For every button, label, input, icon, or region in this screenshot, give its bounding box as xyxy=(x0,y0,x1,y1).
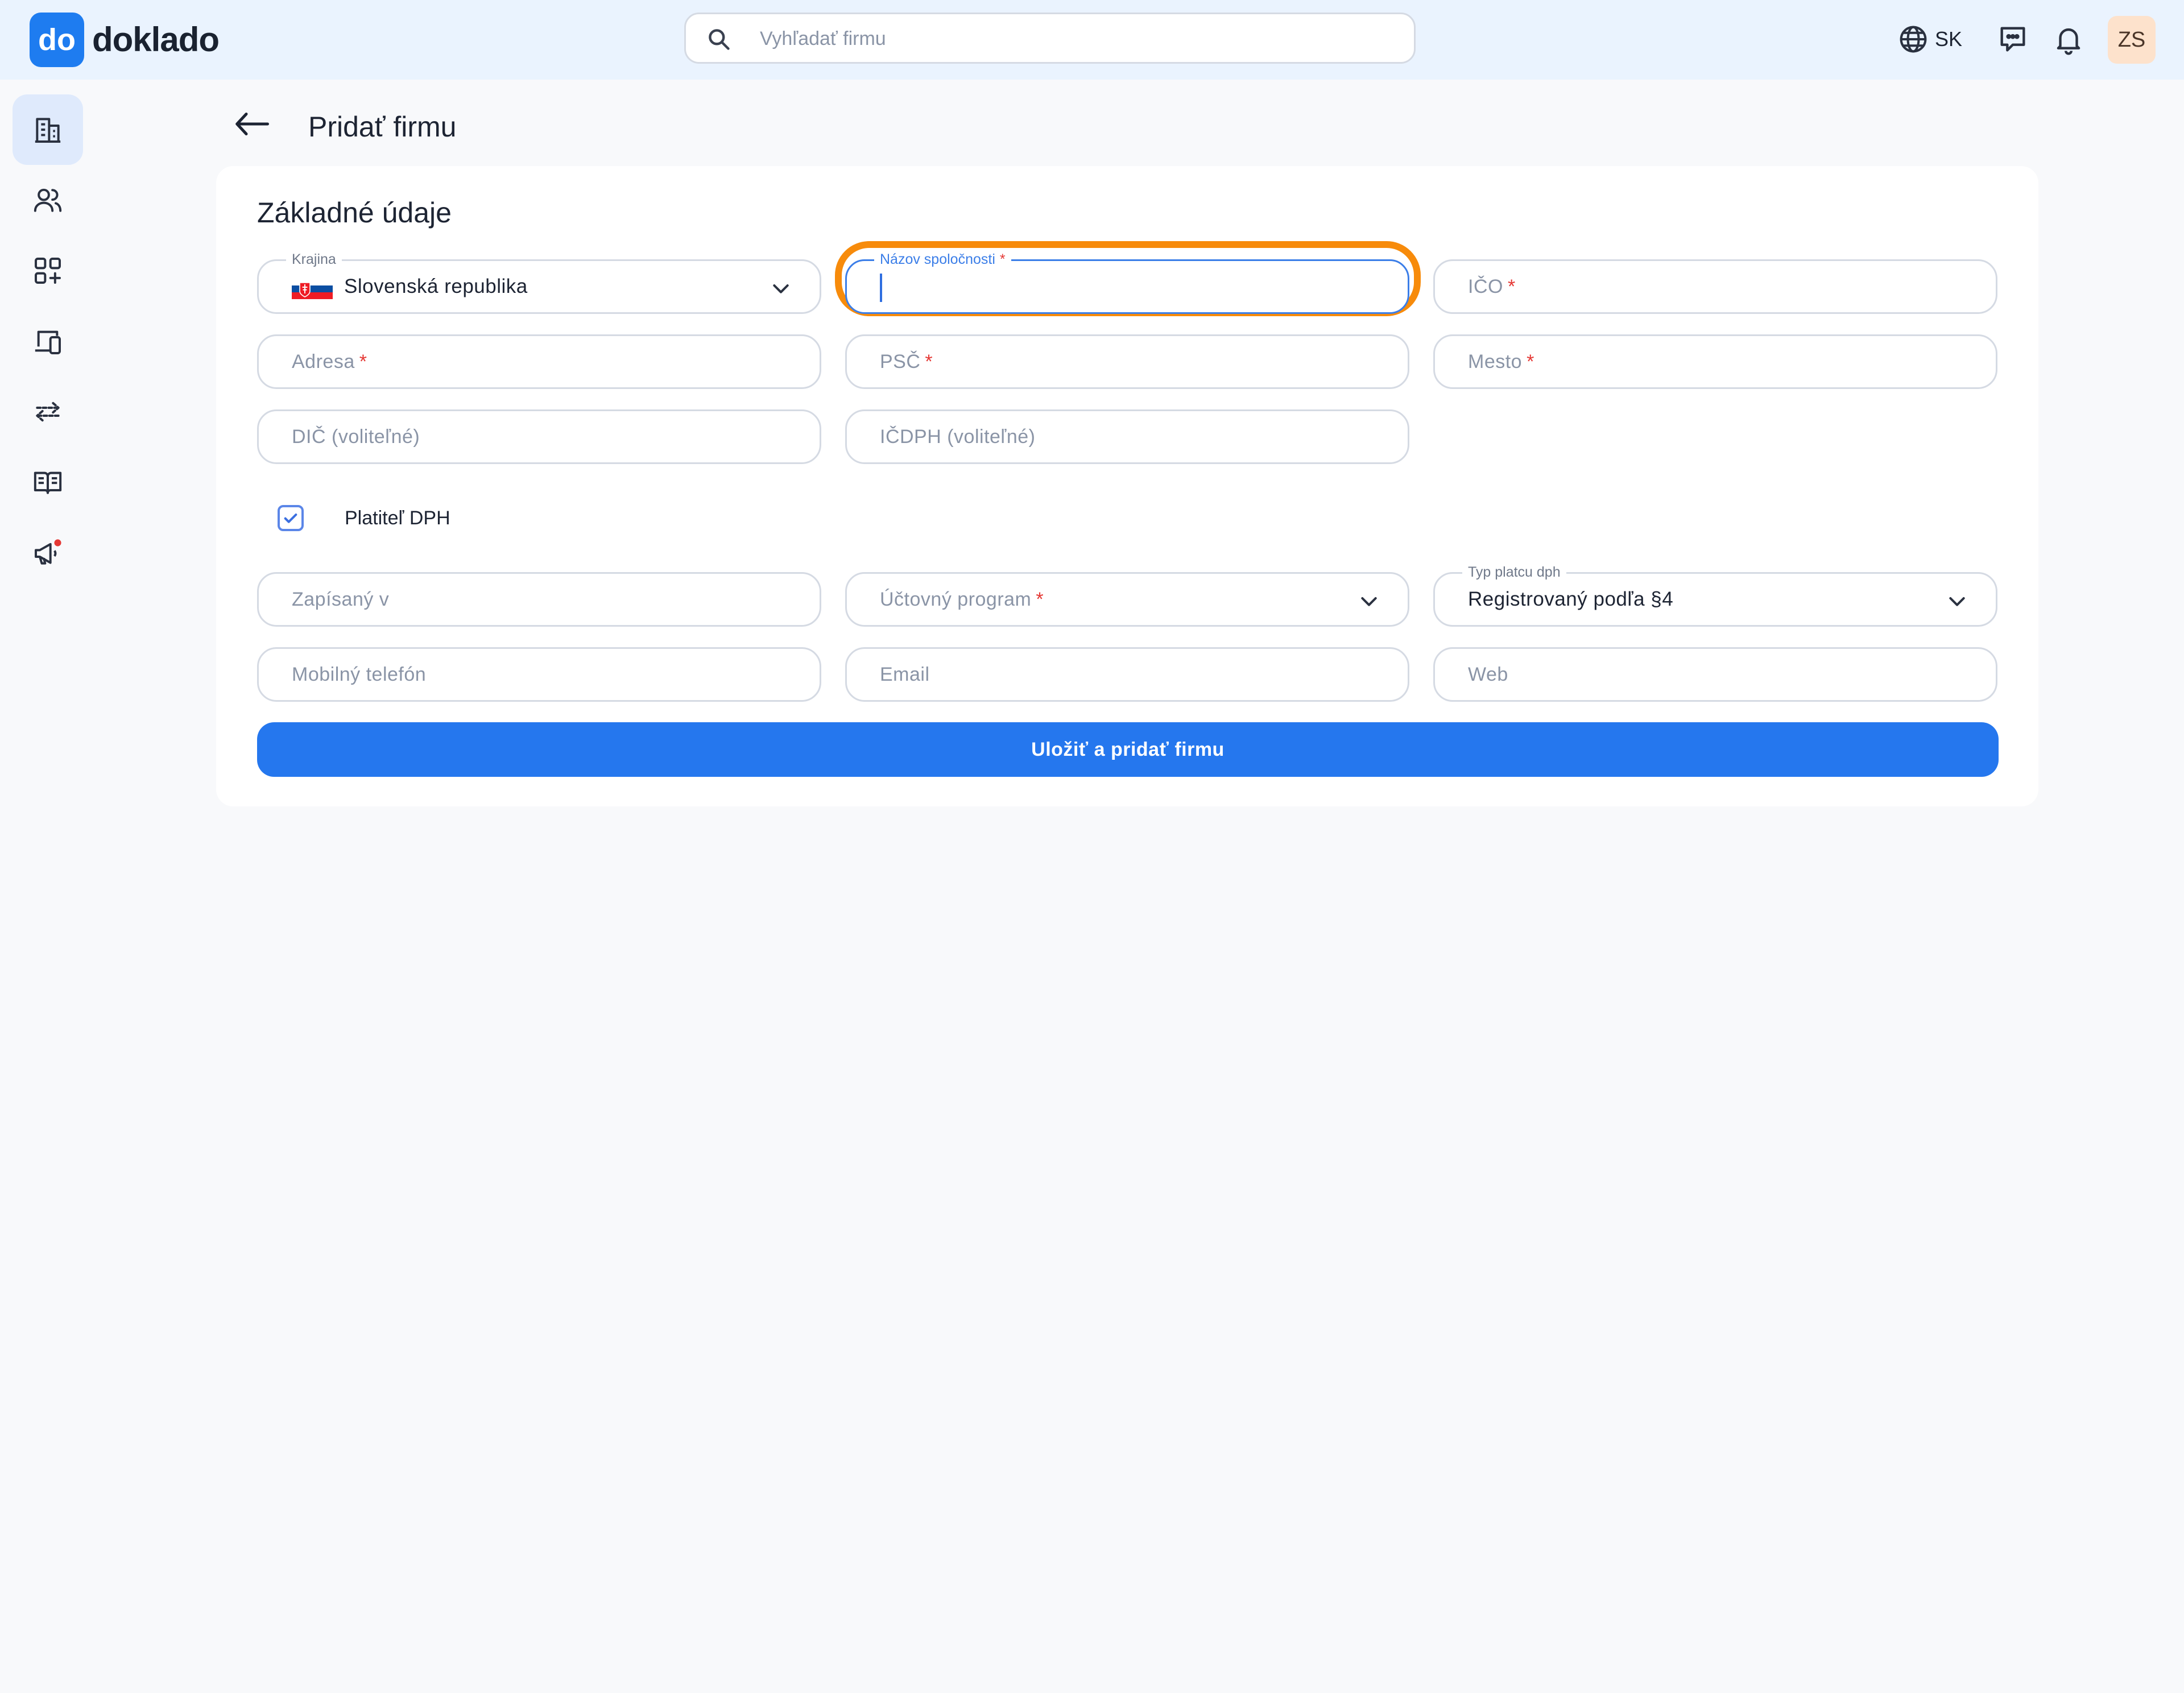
search-box xyxy=(684,13,1416,64)
section-title: Základné údaje xyxy=(257,197,452,229)
chevron-down-icon xyxy=(1361,597,1377,606)
megaphone-icon xyxy=(35,539,61,565)
search-icon xyxy=(709,29,730,50)
sidebar-item-apps[interactable] xyxy=(13,235,83,306)
dic-placeholder: DIČ (voliteľné) xyxy=(292,426,420,448)
search-input[interactable] xyxy=(759,14,1387,63)
slovakia-flag-icon xyxy=(292,279,333,299)
ico-placeholder: IČO * xyxy=(1468,276,1516,297)
psc-field[interactable]: PSČ * xyxy=(845,334,1409,389)
vat-payer-type-value: Registrovaný podľa §4 xyxy=(1468,588,1674,610)
sidebar-item-transfers[interactable] xyxy=(13,376,83,447)
accounting-program-placeholder: Účtovný program * xyxy=(880,589,1044,610)
bell-icon[interactable] xyxy=(2052,23,2085,56)
sidebar-item-guide[interactable] xyxy=(13,447,83,518)
web-placeholder: Web xyxy=(1468,664,1508,685)
mobile-field[interactable]: Mobilný telefón xyxy=(257,647,821,702)
icdph-field[interactable]: IČDPH (voliteľné) xyxy=(845,409,1409,464)
address-field[interactable]: Adresa * xyxy=(257,334,821,389)
country-select[interactable]: Krajina Slovenská republika xyxy=(257,251,821,314)
sidebar-item-users[interactable] xyxy=(13,165,83,235)
ico-field[interactable]: IČO * xyxy=(1433,259,1997,314)
country-value: Slovenská republika xyxy=(344,275,528,297)
apps-add-icon xyxy=(35,258,61,284)
dic-field[interactable]: DIČ (voliteľné) xyxy=(257,409,821,464)
sidebar-item-announcements[interactable] xyxy=(13,518,83,588)
accounting-program-select[interactable]: Účtovný program * xyxy=(845,572,1409,627)
logo-badge[interactable]: do xyxy=(30,13,84,67)
globe-icon[interactable] xyxy=(1898,24,1929,55)
transfer-arrows-icon xyxy=(36,401,60,422)
city-placeholder: Mesto * xyxy=(1468,351,1534,372)
users-icon xyxy=(34,188,62,212)
company-name-field[interactable]: Názov spoločnosti * xyxy=(845,251,1409,314)
chevron-down-icon xyxy=(1949,597,1965,606)
registered-in-placeholder: Zapísaný v xyxy=(292,589,390,610)
sidebar-item-devices[interactable] xyxy=(13,306,83,376)
devices-icon xyxy=(35,330,61,354)
web-field[interactable]: Web xyxy=(1433,647,1997,702)
page-title: Pridať firmu xyxy=(308,111,457,143)
checkmark-icon xyxy=(284,514,297,523)
psc-placeholder: PSČ * xyxy=(880,351,933,372)
email-placeholder: Email xyxy=(880,664,930,685)
back-arrow-icon[interactable] xyxy=(232,107,272,141)
email-field[interactable]: Email xyxy=(845,647,1409,702)
city-field[interactable]: Mesto * xyxy=(1433,334,1997,389)
save-and-add-company-button[interactable]: Uložiť a pridať firmu xyxy=(257,722,1999,777)
notification-dot xyxy=(54,539,61,547)
book-icon xyxy=(34,471,62,494)
avatar[interactable]: ZS xyxy=(2108,16,2156,64)
address-placeholder: Adresa * xyxy=(292,351,367,372)
vat-payer-type-select[interactable]: Typ platcu dph Registrovaný podľa §4 xyxy=(1433,564,1997,627)
chevron-down-icon xyxy=(773,284,789,293)
buildings-icon xyxy=(35,118,61,143)
registered-in-field[interactable]: Zapísaný v xyxy=(257,572,821,627)
sidebar xyxy=(0,80,96,1693)
language-selector[interactable]: SK xyxy=(1935,24,1962,55)
mobile-placeholder: Mobilný telefón xyxy=(292,664,427,685)
top-bar: do doklado SK ZS xyxy=(0,0,2184,80)
vat-payer-checkbox[interactable] xyxy=(278,505,304,531)
chat-icon[interactable] xyxy=(1996,23,2029,56)
text-caret xyxy=(880,274,882,302)
country-label: Krajina xyxy=(286,251,342,268)
vat-payer-label[interactable]: Platiteľ DPH xyxy=(345,504,450,532)
icdph-placeholder: IČDPH (voliteľné) xyxy=(880,426,1036,448)
sidebar-item-companies[interactable] xyxy=(13,94,83,165)
logo-name[interactable]: doklado xyxy=(92,13,220,67)
company-name-label: Názov spoločnosti * xyxy=(874,251,1011,268)
